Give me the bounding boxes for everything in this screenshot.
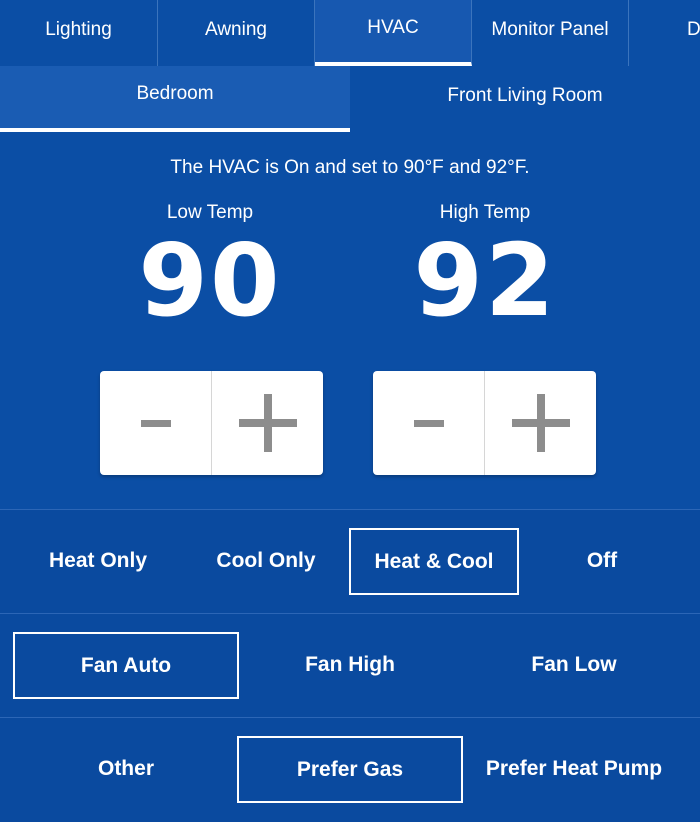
tab-label: D: [687, 19, 700, 40]
tab-label: Lighting: [45, 19, 112, 40]
tab-hvac[interactable]: HVAC: [315, 0, 472, 66]
source-prefer-heat-pump-button[interactable]: Prefer Heat Pump: [461, 736, 687, 802]
mode-off-button[interactable]: Off: [517, 528, 687, 594]
option-label: Fan Auto: [80, 653, 172, 677]
tab-partial[interactable]: D: [629, 0, 700, 66]
minus-icon: [413, 419, 444, 427]
option-label: Fan Low: [531, 653, 617, 676]
tab-label: Monitor Panel: [491, 19, 609, 40]
room-tab-bar: Bedroom Front Living Room: [0, 66, 700, 132]
hvac-status-text: The HVAC is On and set to 90°F and 92°F.: [170, 157, 530, 178]
fan-high-button[interactable]: Fan High: [237, 632, 463, 698]
high-temp-increase-button[interactable]: [484, 371, 596, 475]
plus-icon: [511, 394, 570, 452]
room-tab-bedroom[interactable]: Bedroom: [0, 66, 350, 132]
room-tab-label: Bedroom: [136, 83, 214, 104]
low-temp-label: Low Temp: [166, 202, 254, 223]
plus-icon: [238, 394, 297, 452]
high-temp-decrease-button[interactable]: [373, 371, 484, 475]
mode-heat-only-button[interactable]: Heat Only: [13, 528, 183, 594]
heat-source-row: Other Prefer Gas Prefer Heat Pump: [0, 717, 700, 822]
option-label: Prefer Heat Pump: [485, 757, 663, 780]
source-other-button[interactable]: Other: [13, 736, 239, 802]
low-temp-value: 90: [138, 222, 282, 339]
room-tab-label: Front Living Room: [447, 85, 603, 106]
option-label: Other: [97, 757, 154, 780]
mode-row: Heat Only Cool Only Heat & Cool Off: [0, 509, 700, 613]
tab-awning[interactable]: Awning: [158, 0, 315, 66]
minus-icon: [140, 419, 171, 427]
fan-low-button[interactable]: Fan Low: [461, 632, 687, 698]
option-label: Off: [586, 549, 618, 572]
tab-label: HVAC: [367, 17, 419, 38]
source-prefer-gas-button[interactable]: Prefer Gas: [237, 736, 463, 803]
low-temp-increase-button[interactable]: [211, 371, 323, 475]
low-temp-stepper: [100, 371, 323, 475]
option-label: Cool Only: [216, 549, 316, 572]
high-temp-label: High Temp: [439, 202, 531, 223]
high-temp-value: 92: [413, 222, 557, 339]
mode-heat-cool-button[interactable]: Heat & Cool: [349, 528, 519, 595]
option-label: Prefer Gas: [296, 757, 404, 781]
option-label: Fan High: [305, 653, 395, 676]
tab-label: Awning: [205, 19, 267, 40]
low-temp-decrease-button[interactable]: [100, 371, 211, 475]
option-label: Heat & Cool: [374, 549, 494, 573]
high-temp-stepper: [373, 371, 596, 475]
top-tab-bar: Lighting Awning HVAC Monitor Panel D: [0, 0, 700, 66]
tab-monitor-panel[interactable]: Monitor Panel: [472, 0, 629, 66]
option-label: Heat Only: [48, 549, 148, 572]
mode-cool-only-button[interactable]: Cool Only: [181, 528, 351, 594]
room-tab-front-living-room[interactable]: Front Living Room: [350, 66, 700, 132]
fan-auto-button[interactable]: Fan Auto: [13, 632, 239, 699]
tab-lighting[interactable]: Lighting: [0, 0, 158, 66]
fan-row: Fan Auto Fan High Fan Low: [0, 613, 700, 717]
